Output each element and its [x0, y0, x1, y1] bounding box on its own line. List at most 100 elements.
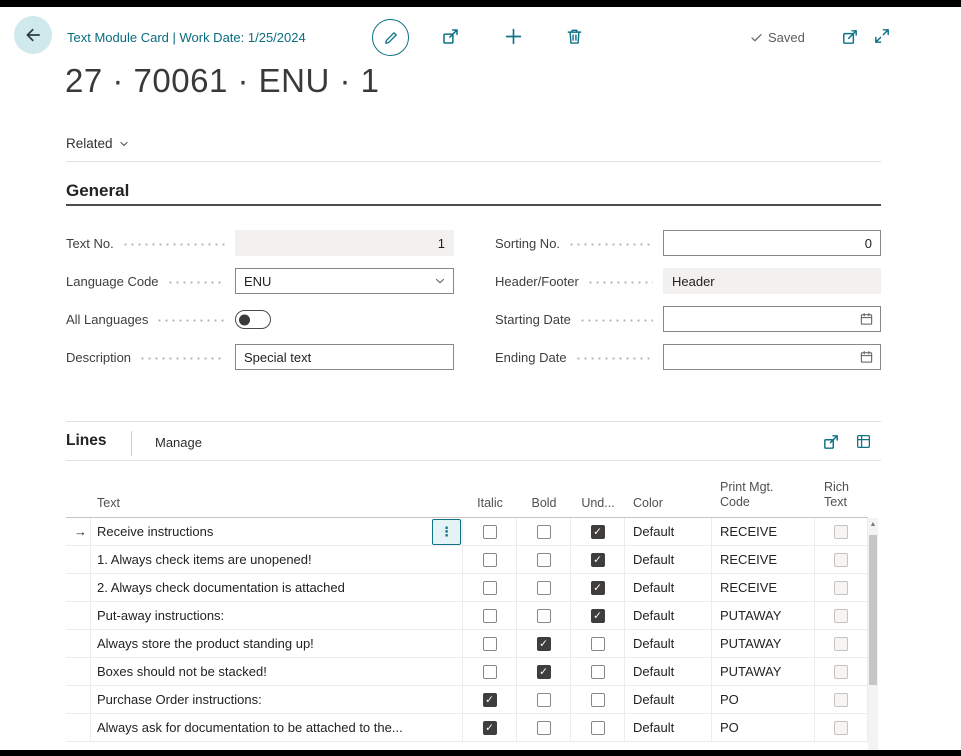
scroll-up-icon[interactable]: ▲ [868, 521, 878, 528]
italic-checkbox[interactable] [483, 637, 497, 651]
color-cell[interactable]: Default [625, 602, 712, 630]
underline-checkbox[interactable] [591, 665, 605, 679]
color-cell[interactable]: Default [625, 658, 712, 686]
calendar-icon[interactable] [859, 350, 874, 365]
row-selector-cell[interactable] [66, 630, 91, 658]
lines-share-button[interactable] [822, 433, 840, 451]
open-in-new-window-button[interactable] [841, 28, 859, 46]
italic-checkbox[interactable] [483, 581, 497, 595]
all-languages-toggle[interactable] [235, 310, 271, 329]
bold-checkbox[interactable] [537, 665, 551, 679]
language-code-select[interactable]: ENU [235, 268, 454, 294]
color-cell[interactable]: Default [625, 714, 712, 742]
print-mgt-code-cell[interactable]: RECEIVE [712, 574, 815, 602]
ending-date-field[interactable] [663, 344, 881, 370]
calendar-icon[interactable] [859, 312, 874, 327]
print-mgt-code-cell[interactable]: PUTAWAY [712, 630, 815, 658]
table-row[interactable]: 2. Always check documentation is attache… [66, 574, 868, 602]
manage-menu[interactable]: Manage [155, 435, 202, 450]
table-row[interactable]: Always ask for documentation to be attac… [66, 714, 868, 742]
print-mgt-code-cell[interactable]: PO [712, 714, 815, 742]
column-header-italic[interactable]: Italic [463, 461, 517, 517]
column-header-text[interactable]: Text [91, 461, 463, 517]
bold-checkbox[interactable] [537, 553, 551, 567]
print-mgt-code-cell[interactable]: RECEIVE [712, 546, 815, 574]
underline-checkbox[interactable] [591, 525, 605, 539]
line-text-cell[interactable]: Purchase Order instructions: [91, 686, 463, 714]
rich-text-checkbox[interactable] [834, 609, 848, 623]
color-cell[interactable]: Default [625, 574, 712, 602]
table-row[interactable]: →Receive instructions⋮ DefaultRECEIVE [66, 518, 868, 546]
delete-button[interactable] [565, 27, 584, 46]
column-header-rich-text[interactable]: Rich Text [815, 461, 868, 517]
italic-checkbox[interactable] [483, 665, 497, 679]
table-row[interactable]: Put-away instructions: DefaultPUTAWAY [66, 602, 868, 630]
table-row[interactable]: Always store the product standing up! Def… [66, 630, 868, 658]
sorting-no-field[interactable]: 0 [663, 230, 881, 256]
table-scrollbar[interactable]: ▲ [868, 518, 878, 750]
open-in-excel-button[interactable] [855, 433, 872, 450]
line-text-cell[interactable]: Receive instructions⋮ [91, 518, 463, 546]
back-button[interactable] [14, 16, 52, 54]
row-selector-cell[interactable] [66, 686, 91, 714]
italic-checkbox[interactable] [483, 525, 497, 539]
scrollbar-thumb[interactable] [869, 535, 877, 685]
row-selector-cell[interactable]: → [66, 518, 91, 546]
line-text-cell[interactable]: Boxes should not be stacked! [91, 658, 463, 686]
table-row[interactable]: Purchase Order instructions: DefaultPO [66, 686, 868, 714]
rich-text-checkbox[interactable] [834, 693, 848, 707]
italic-checkbox[interactable] [483, 553, 497, 567]
bold-checkbox[interactable] [537, 525, 551, 539]
row-selector-cell[interactable] [66, 602, 91, 630]
underline-checkbox[interactable] [591, 637, 605, 651]
italic-checkbox[interactable] [483, 609, 497, 623]
row-selector-cell[interactable] [66, 658, 91, 686]
underline-checkbox[interactable] [591, 581, 605, 595]
edit-button[interactable] [372, 19, 409, 56]
row-selector-cell[interactable] [66, 574, 91, 602]
rich-text-checkbox[interactable] [834, 581, 848, 595]
column-header-underline[interactable]: Und... [571, 461, 625, 517]
underline-checkbox[interactable] [591, 609, 605, 623]
bold-checkbox[interactable] [537, 581, 551, 595]
bold-checkbox[interactable] [537, 609, 551, 623]
table-row[interactable]: Boxes should not be stacked! DefaultPUTAW… [66, 658, 868, 686]
column-header-color[interactable]: Color [625, 461, 712, 517]
color-cell[interactable]: Default [625, 518, 712, 546]
line-text-cell[interactable]: Always ask for documentation to be attac… [91, 714, 463, 742]
share-button[interactable] [441, 27, 460, 46]
line-text-cell[interactable]: Always store the product standing up! [91, 630, 463, 658]
column-header-bold[interactable]: Bold [517, 461, 571, 517]
underline-checkbox[interactable] [591, 693, 605, 707]
bold-checkbox[interactable] [537, 637, 551, 651]
underline-checkbox[interactable] [591, 553, 605, 567]
color-cell[interactable]: Default [625, 686, 712, 714]
rich-text-checkbox[interactable] [834, 553, 848, 567]
print-mgt-code-cell[interactable]: PO [712, 686, 815, 714]
print-mgt-code-cell[interactable]: RECEIVE [712, 518, 815, 546]
column-header-print-mgt-code[interactable]: Print Mgt. Code [712, 461, 815, 517]
rich-text-checkbox[interactable] [834, 721, 848, 735]
starting-date-field[interactable] [663, 306, 881, 332]
bold-checkbox[interactable] [537, 693, 551, 707]
bold-checkbox[interactable] [537, 721, 551, 735]
rich-text-checkbox[interactable] [834, 665, 848, 679]
related-menu[interactable]: Related [66, 136, 130, 151]
italic-checkbox[interactable] [483, 721, 497, 735]
italic-checkbox[interactable] [483, 693, 497, 707]
description-field[interactable]: Special text [235, 344, 454, 370]
line-text-cell[interactable]: Put-away instructions: [91, 602, 463, 630]
print-mgt-code-cell[interactable]: PUTAWAY [712, 602, 815, 630]
color-cell[interactable]: Default [625, 630, 712, 658]
rich-text-checkbox[interactable] [834, 637, 848, 651]
row-options-button[interactable]: ⋮ [432, 519, 461, 545]
rich-text-checkbox[interactable] [834, 525, 848, 539]
chevron-down-icon[interactable] [433, 274, 447, 288]
line-text-cell[interactable]: 1. Always check items are unopened! [91, 546, 463, 574]
new-button[interactable] [504, 27, 523, 46]
color-cell[interactable]: Default [625, 546, 712, 574]
row-selector-cell[interactable] [66, 546, 91, 574]
print-mgt-code-cell[interactable]: PUTAWAY [712, 658, 815, 686]
underline-checkbox[interactable] [591, 721, 605, 735]
line-text-cell[interactable]: 2. Always check documentation is attache… [91, 574, 463, 602]
